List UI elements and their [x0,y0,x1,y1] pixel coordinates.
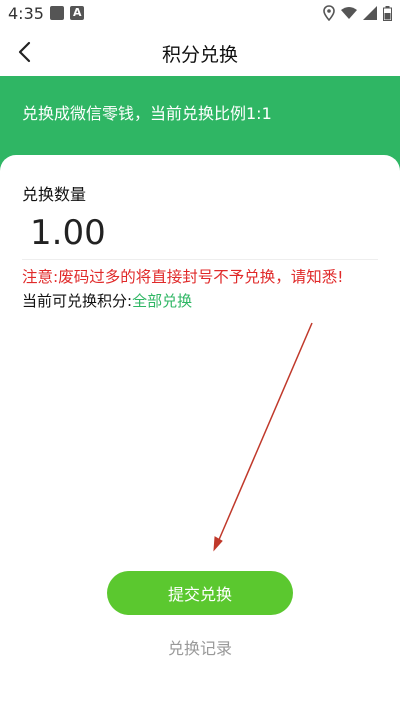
exchange-card: 兑换数量 注意:废码过多的将直接封号不予兑换，请知悉! 当前可兑换积分:全部兑换… [0,155,400,711]
exchange-history-link[interactable]: 兑换记录 [0,635,400,659]
signal-icon [363,6,377,20]
exchange-all-link[interactable]: 全部兑换 [132,292,192,310]
status-icons-left: A [50,6,84,20]
location-icon [323,5,335,21]
divider [22,259,378,260]
warning-text: 注意:废码过多的将直接封号不予兑换，请知悉! [22,268,344,286]
a-icon: A [70,6,84,20]
status-bar: 4:35 A [0,0,400,28]
battery-icon [383,5,392,21]
nav-bar: 积分兑换 [0,28,400,76]
image-icon [50,6,64,20]
submit-exchange-button[interactable]: 提交兑换 [107,571,293,615]
page-title: 积分兑换 [161,44,238,66]
exchange-ratio-text: 兑换成微信零钱，当前兑换比例1:1 [22,104,272,123]
available-points-label: 当前可兑换积分: [22,292,133,310]
status-time: 4:35 [8,4,44,23]
available-points-row: 当前可兑换积分:全部兑换 [22,290,192,311]
amount-input[interactable] [30,209,370,257]
amount-label: 兑换数量 [22,185,87,204]
status-icons-right [323,5,392,21]
wifi-icon [341,7,357,19]
